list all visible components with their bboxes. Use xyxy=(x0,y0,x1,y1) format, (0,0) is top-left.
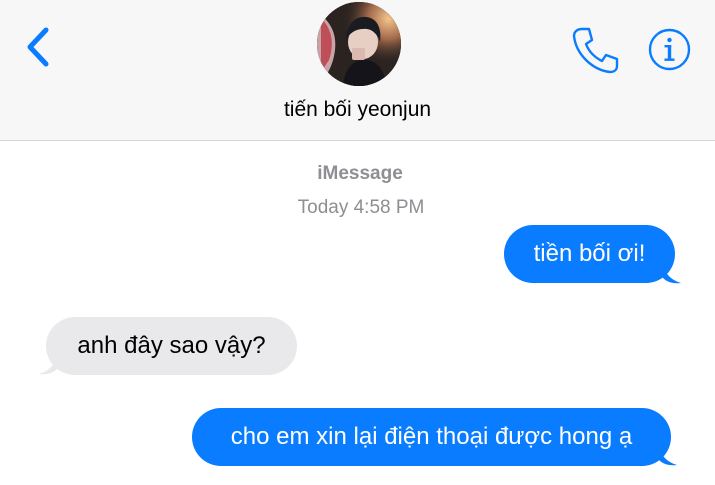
incoming-message-bubble[interactable]: anh đây sao vậy? xyxy=(46,317,297,375)
contact-name[interactable]: tiến bối yeonjun xyxy=(0,98,715,122)
avatar[interactable] xyxy=(317,2,401,86)
outgoing-message-bubble[interactable]: tiền bối ơi! xyxy=(504,225,675,283)
call-button[interactable] xyxy=(570,26,620,74)
message-timestamp: Today 4:58 PM xyxy=(297,197,425,218)
info-icon xyxy=(648,28,691,71)
service-label: iMessage xyxy=(317,163,403,184)
phone-icon xyxy=(572,27,619,74)
contact-photo xyxy=(317,2,401,86)
chevron-left-icon xyxy=(27,27,49,67)
back-button[interactable] xyxy=(22,24,58,70)
info-button[interactable] xyxy=(648,28,691,71)
conversation-header: tiến bối yeonjun xyxy=(0,0,715,141)
outgoing-message-bubble[interactable]: cho em xin lại điện thoại được hong ạ xyxy=(192,408,671,466)
